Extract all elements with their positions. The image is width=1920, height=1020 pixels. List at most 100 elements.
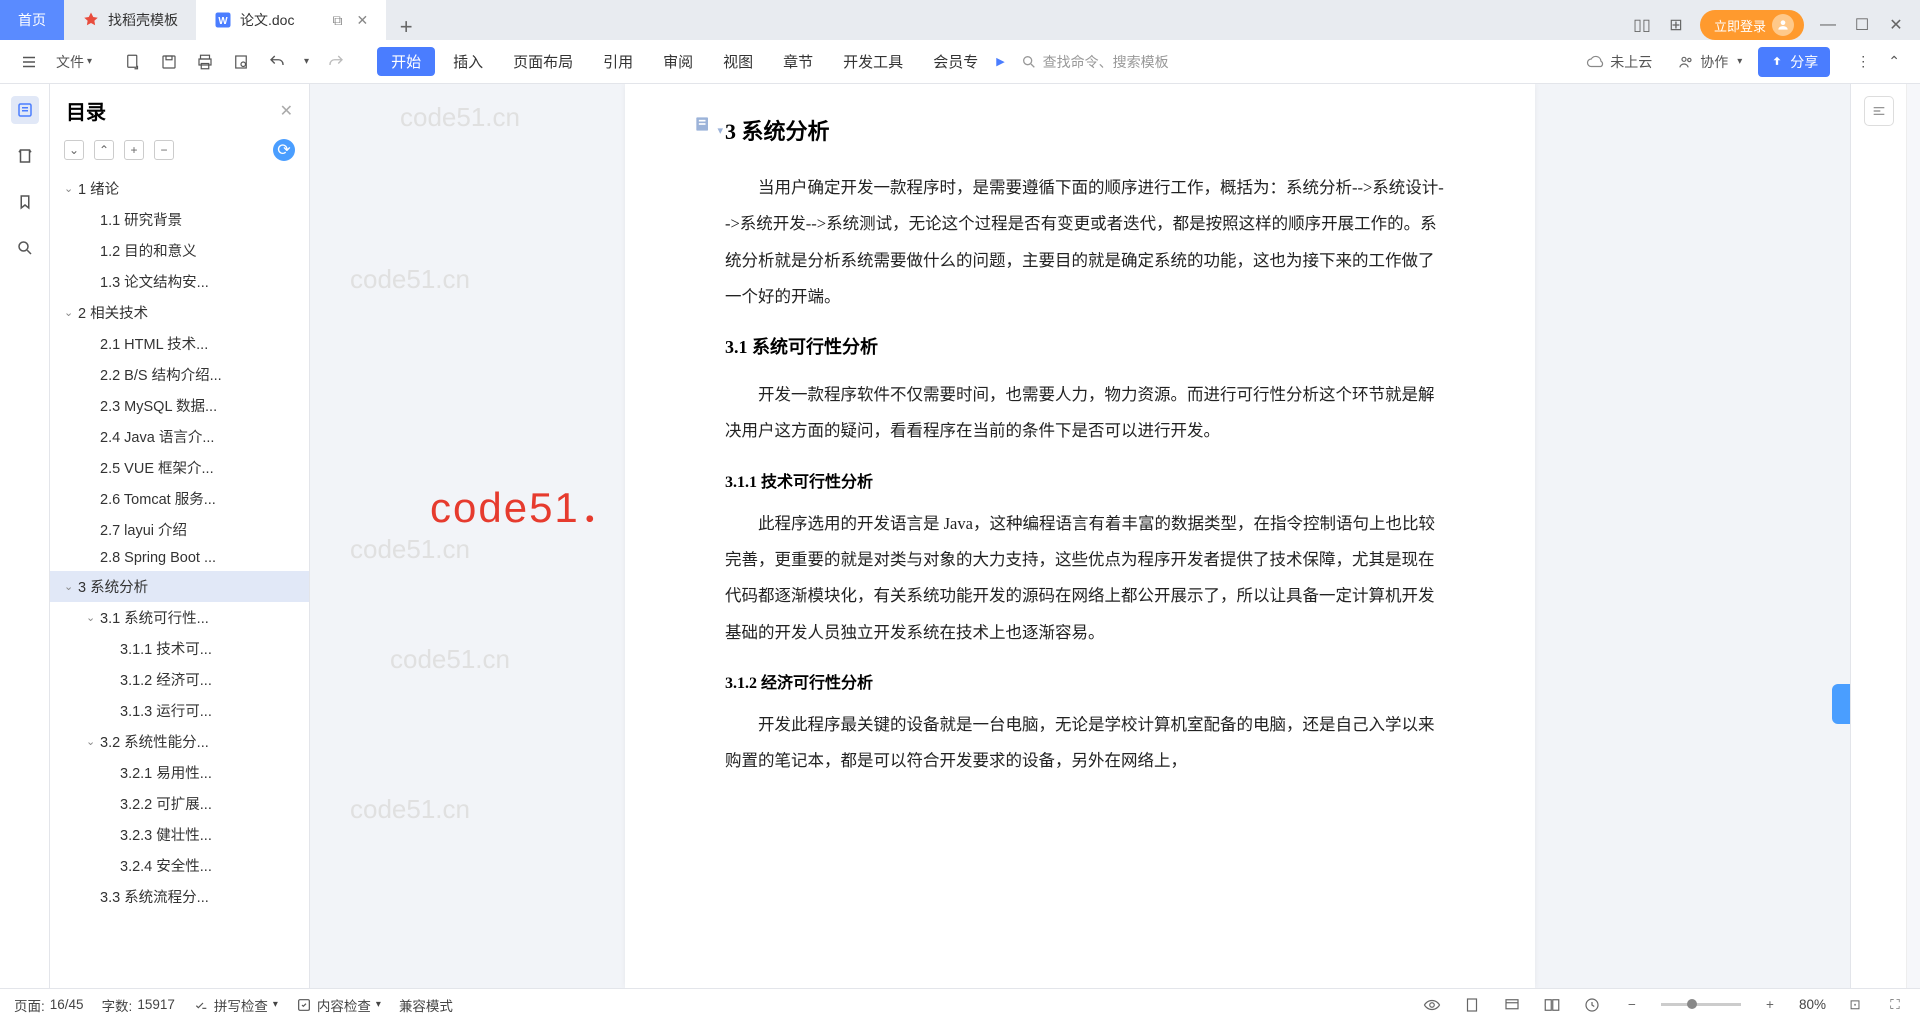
save-icon[interactable] (154, 49, 184, 75)
more-options-icon[interactable]: ⋮ (1850, 49, 1876, 74)
word-doc-icon: W (214, 11, 232, 29)
menu-layout[interactable]: 页面布局 (501, 51, 585, 72)
toc-item[interactable]: 2.6 Tomcat 服务... (50, 483, 309, 514)
toc-item[interactable]: 3.2.3 健壮性... (50, 819, 309, 850)
menu-chapter[interactable]: 章节 (771, 51, 825, 72)
menu-start[interactable]: 开始 (377, 47, 435, 76)
print-preview-icon[interactable] (226, 49, 256, 75)
close-sidebar-icon[interactable]: ✕ (280, 101, 293, 121)
undo-dropdown[interactable]: ▾ (298, 52, 315, 71)
menu-review[interactable]: 审阅 (651, 51, 705, 72)
toc-item[interactable]: ⌄3.2 系统性能分... (50, 726, 309, 757)
zoom-slider[interactable] (1661, 1003, 1741, 1006)
web-layout-icon[interactable] (1501, 994, 1523, 1016)
toc-item[interactable]: 3.2.1 易用性... (50, 757, 309, 788)
toc-item[interactable]: 1.2 目的和意义 (50, 235, 309, 266)
toc-item[interactable]: ⌄2 相关技术 (50, 297, 309, 328)
bookmark-icon[interactable] (11, 188, 39, 216)
close-tab-icon[interactable]: ✕ (356, 12, 368, 29)
collapse-ribbon-icon[interactable]: ⌃ (1882, 49, 1906, 74)
menu-view[interactable]: 视图 (711, 51, 765, 72)
minimize-icon[interactable]: — (1818, 15, 1838, 35)
search-rail-icon[interactable] (11, 234, 39, 262)
promote-icon[interactable]: + (124, 140, 144, 160)
watermark: code51.cn (350, 534, 470, 565)
outline-icon[interactable] (11, 96, 39, 124)
compat-mode[interactable]: 兼容模式 (399, 995, 453, 1015)
fullscreen-icon[interactable]: ⛶ (1884, 994, 1906, 1016)
login-button[interactable]: 立即登录 (1700, 10, 1804, 40)
layout-columns-icon[interactable]: ▯▯ (1632, 15, 1652, 35)
toc-item[interactable]: 3.1.3 运行可... (50, 695, 309, 726)
toc-item[interactable]: 2.2 B/S 结构介绍... (50, 359, 309, 390)
expand-all-icon[interactable]: ⌃ (94, 140, 114, 160)
toc-item[interactable]: 3.1.2 经济可... (50, 664, 309, 695)
file-menu[interactable]: 文件 ▾ (50, 48, 98, 76)
spell-check-button[interactable]: 拼写检查 ▾ (193, 995, 278, 1015)
command-search[interactable]: 查找命令、搜索模板 (1021, 52, 1169, 72)
cloud-status[interactable]: 未上云 (1576, 52, 1662, 72)
menu-insert[interactable]: 插入 (441, 51, 495, 72)
read-mode-icon[interactable] (1421, 994, 1443, 1016)
watermark: code51.cn (400, 102, 520, 133)
toc-sidebar: 目录 ✕ ⌄ ⌃ + − ⟳ ⌄1 绪论1.1 研究背景1.2 目的和意义1.3… (50, 84, 310, 988)
refresh-icon[interactable]: ⟳ (273, 139, 295, 161)
task-icon[interactable] (11, 142, 39, 170)
vertical-scrollbar[interactable] (1906, 84, 1920, 988)
redo-icon[interactable] (321, 49, 351, 75)
word-count[interactable]: 字数: 15917 (102, 995, 175, 1015)
maximize-icon[interactable]: ☐ (1852, 15, 1872, 35)
menu-member[interactable]: 会员专 (921, 51, 990, 72)
demote-icon[interactable]: − (154, 140, 174, 160)
zoom-in-icon[interactable]: + (1759, 994, 1781, 1016)
toc-item[interactable]: 3.3 系统流程分... (50, 881, 309, 912)
menu-devtools[interactable]: 开发工具 (831, 51, 915, 72)
toc-item[interactable]: 2.1 HTML 技术... (50, 328, 309, 359)
toc-item[interactable]: 2.3 MySQL 数据... (50, 390, 309, 421)
cloud-icon (1586, 53, 1604, 71)
menu-reference[interactable]: 引用 (591, 51, 645, 72)
toc-item[interactable]: 2.5 VUE 框架介... (50, 452, 309, 483)
page-indicator[interactable]: 页面: 16/45 (14, 995, 84, 1015)
toc-item[interactable]: 3.2.2 可扩展... (50, 788, 309, 819)
watermark: code51.cn (350, 794, 470, 825)
view-settings-icon[interactable] (1581, 994, 1603, 1016)
zoom-out-icon[interactable]: − (1621, 994, 1643, 1016)
toc-item[interactable]: 3.2.4 安全性... (50, 850, 309, 881)
menu-more-icon[interactable]: ▶ (996, 55, 1004, 68)
tab-document[interactable]: W 论文.doc ⧉ ✕ (196, 0, 386, 40)
document-area: code51.cn code51.cn code51.cn code51.cn … (310, 84, 1850, 988)
apps-grid-icon[interactable]: ⊞ (1666, 15, 1686, 35)
collaborate-button[interactable]: 协作▾ (1668, 52, 1752, 72)
doc-paragraph: 此程序选用的开发语言是 Java，这种编程语言有着丰富的数据类型，在指令控制语句… (725, 506, 1445, 651)
style-panel-icon[interactable] (1864, 96, 1894, 126)
toc-item[interactable]: 1.1 研究背景 (50, 204, 309, 235)
fit-page-icon[interactable]: ⊡ (1844, 994, 1866, 1016)
new-tab-button[interactable]: + (386, 14, 426, 40)
side-panel-toggle[interactable] (1832, 684, 1850, 724)
outline-view-icon[interactable] (1541, 994, 1563, 1016)
document-page[interactable]: ▾ 3 系统分析 当用户确定开发一款程序时，是需要遵循下面的顺序进行工作，概括为… (625, 84, 1535, 988)
content-check-button[interactable]: 内容检查 ▾ (296, 995, 381, 1015)
toc-item[interactable]: 2.7 layui 介绍 (50, 514, 309, 545)
print-layout-icon[interactable] (1461, 994, 1483, 1016)
toc-item[interactable]: ⌄1 绪论 (50, 173, 309, 204)
toc-item[interactable]: 1.3 论文结构安... (50, 266, 309, 297)
tab-home[interactable]: 首页 (0, 0, 64, 40)
undo-icon[interactable] (262, 49, 292, 75)
close-window-icon[interactable]: ✕ (1886, 15, 1906, 35)
toc-item[interactable]: ⌄3 系统分析 (50, 571, 309, 602)
toc-item[interactable]: 2.4 Java 语言介... (50, 421, 309, 452)
collapse-all-icon[interactable]: ⌄ (64, 140, 84, 160)
toc-item[interactable]: ⌄3.1 系统可行性... (50, 602, 309, 633)
share-button[interactable]: 分享 (1758, 47, 1830, 77)
zoom-value[interactable]: 80% (1799, 997, 1826, 1012)
toc-item[interactable]: 2.8 Spring Boot ... (50, 545, 309, 571)
new-doc-icon[interactable] (118, 49, 148, 75)
people-icon (1678, 54, 1694, 70)
tab-templates[interactable]: 找稻壳模板 (64, 0, 196, 40)
toc-item[interactable]: 3.1.1 技术可... (50, 633, 309, 664)
print-icon[interactable] (190, 49, 220, 75)
popout-icon[interactable]: ⧉ (332, 12, 342, 29)
hamburger-icon[interactable] (14, 49, 44, 75)
